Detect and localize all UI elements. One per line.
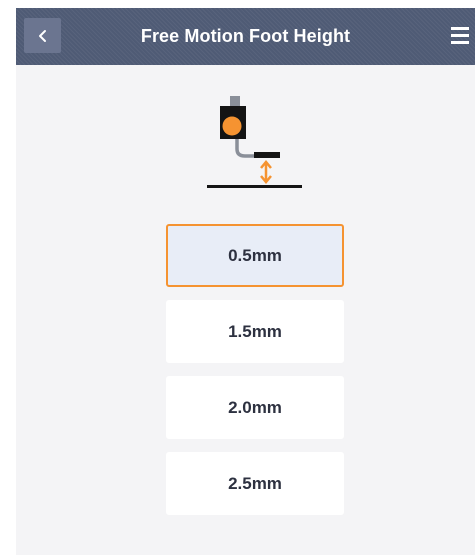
option-1-5mm[interactable]: 1.5mm (166, 300, 344, 363)
header-bar: Free Motion Foot Height (16, 8, 475, 65)
hamburger-menu-icon (451, 27, 469, 30)
menu-button[interactable] (451, 25, 475, 47)
screen: Free Motion Foot Height 0.5mm 1.5mm 2.0m… (16, 8, 475, 555)
height-options: 0.5mm 1.5mm 2.0mm 2.5mm (166, 224, 344, 528)
page-title: Free Motion Foot Height (140, 26, 351, 46)
option-0-5mm[interactable]: 0.5mm (166, 224, 344, 287)
option-2-5mm[interactable]: 2.5mm (166, 452, 344, 515)
presser-foot-height-icon (207, 96, 302, 188)
option-2-0mm[interactable]: 2.0mm (166, 376, 344, 439)
